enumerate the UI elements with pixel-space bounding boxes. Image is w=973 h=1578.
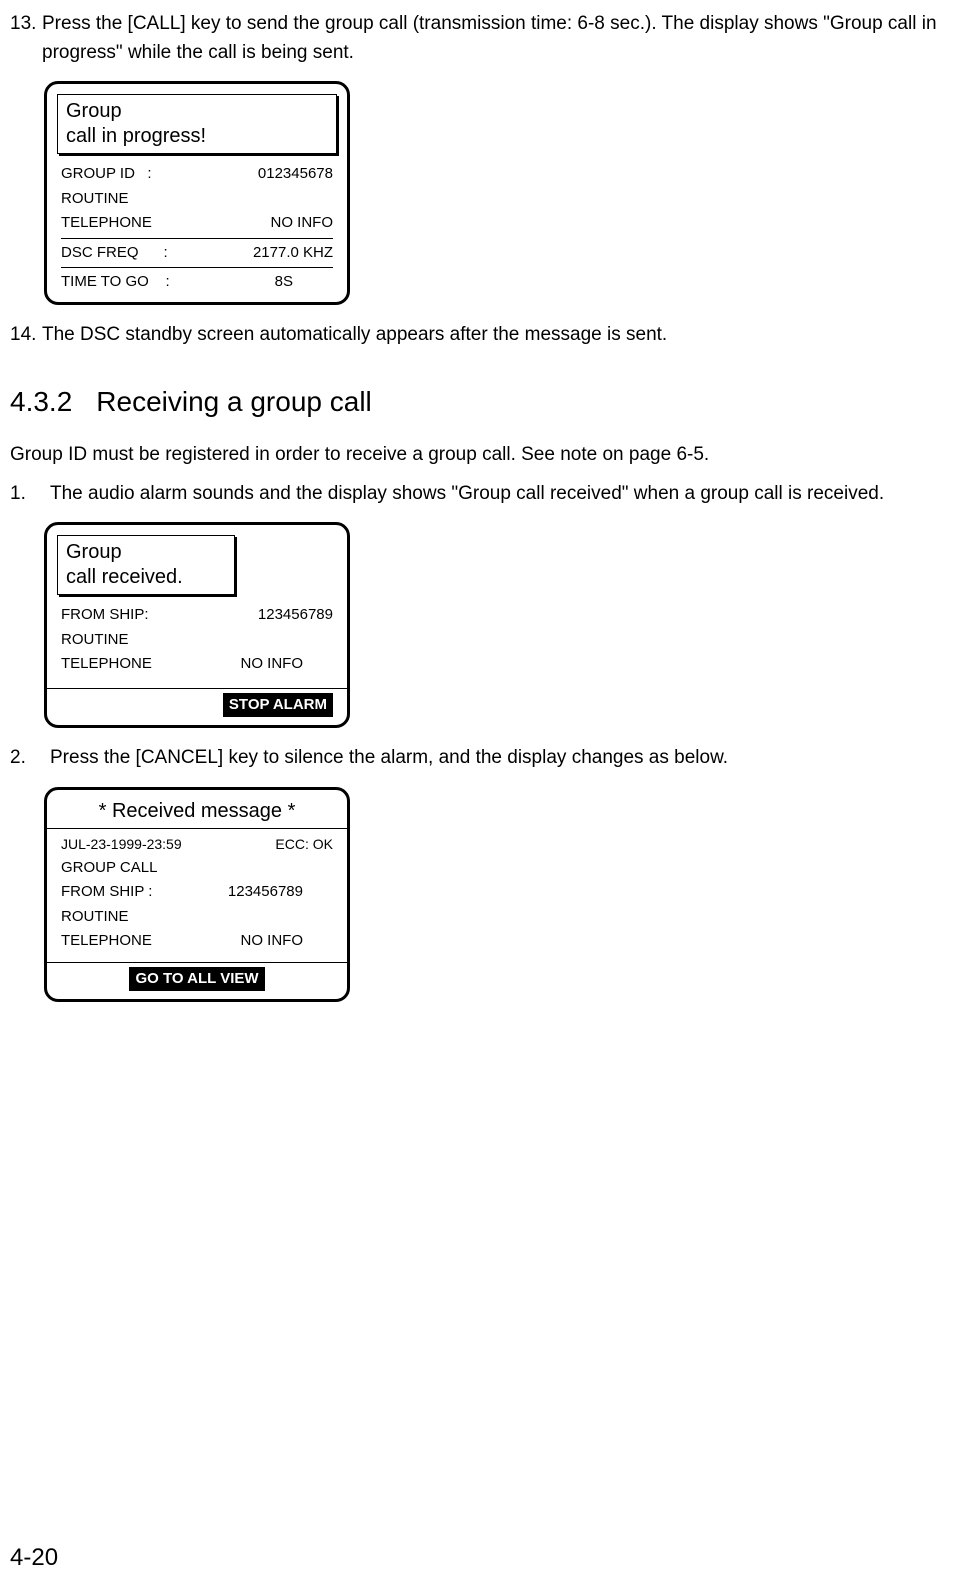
row-label: TELEPHONE (61, 930, 152, 953)
display-row: TELEPHONE NO INFO (61, 211, 333, 236)
display-row: TIME TO GO : 8S (61, 270, 333, 300)
row-value: NO INFO (241, 930, 334, 953)
step-text: Press the [CANCEL] key to silence the al… (42, 744, 953, 773)
row-label: ROUTINE (61, 629, 129, 652)
display-row: JUL-23-1999-23:59 ECC: OK (61, 833, 333, 856)
row-label: TIME TO GO : (61, 271, 170, 294)
row-label: TELEPHONE (61, 653, 152, 676)
row-label: JUL-23-1999-23:59 (61, 834, 182, 855)
display-header: * Received message * (47, 790, 347, 828)
section-title: Receiving a group call (96, 386, 372, 417)
step-14: 14. The DSC standby screen automatically… (10, 321, 953, 350)
step-13: 13. Press the [CALL] key to send the gro… (10, 10, 953, 67)
stop-alarm-label: STOP ALARM (223, 693, 333, 718)
row-value: 123456789 (258, 604, 333, 627)
divider (61, 238, 333, 239)
row-value: 123456789 (228, 881, 333, 904)
go-to-all-view-label: GO TO ALL VIEW (129, 967, 264, 992)
header-line: call in progress! (66, 124, 328, 149)
row-label: FROM SHIP: (61, 604, 149, 627)
section-heading: 4.3.2 Receiving a group call (10, 381, 953, 423)
divider (61, 267, 333, 268)
row-value: 2177.0 KHZ (253, 242, 333, 265)
display-row: FROM SHIP : 123456789 (61, 880, 333, 905)
row-label: ROUTINE (61, 906, 129, 929)
row-label: GROUP CALL (61, 857, 157, 880)
step-number: 14. (10, 321, 42, 350)
header-line: Group (66, 99, 328, 124)
display-row: ROUTINE (61, 905, 333, 930)
intro-paragraph: Group ID must be registered in order to … (10, 441, 953, 470)
row-label: FROM SHIP : (61, 881, 152, 904)
row-value: NO INFO (271, 212, 334, 235)
display-row: ROUTINE (61, 187, 333, 212)
display-body: FROM SHIP: 123456789 ROUTINE TELEPHONE N… (47, 601, 347, 684)
display-header: Group call in progress! (57, 94, 337, 154)
divider (47, 828, 347, 829)
display-row: DSC FREQ : 2177.0 KHZ (61, 241, 333, 266)
step-text: The audio alarm sounds and the display s… (42, 480, 953, 509)
row-value: ECC: OK (275, 834, 333, 855)
step-number: 1. (10, 480, 42, 509)
display-header: Group call received. (57, 535, 235, 595)
display-row: TELEPHONE NO INFO (61, 929, 333, 954)
display-body: GROUP ID : 012345678 ROUTINE TELEPHONE N… (47, 160, 347, 302)
page-number: 4-20 (10, 1540, 58, 1576)
display-body: JUL-23-1999-23:59 ECC: OK GROUP CALL FRO… (47, 831, 347, 956)
step-2: 2. Press the [CANCEL] key to silence the… (10, 744, 953, 773)
display-row: GROUP CALL (61, 856, 333, 881)
display-row: TELEPHONE NO INFO (61, 652, 333, 682)
display-group-call-in-progress: Group call in progress! GROUP ID : 01234… (44, 81, 350, 305)
display-group-call-received: Group call received. FROM SHIP: 12345678… (44, 522, 350, 728)
row-label: ROUTINE (61, 188, 129, 211)
row-value: 012345678 (258, 163, 333, 186)
display-footer: GO TO ALL VIEW (47, 962, 347, 1000)
display-row: FROM SHIP: 123456789 (61, 603, 333, 628)
display-row: ROUTINE (61, 628, 333, 653)
step-text: The DSC standby screen automatically app… (42, 321, 953, 350)
header-line: Group (66, 540, 226, 565)
row-label: TELEPHONE (61, 212, 152, 235)
step-number: 13. (10, 10, 42, 67)
row-value: NO INFO (241, 653, 334, 676)
row-label: DSC FREQ : (61, 242, 168, 265)
display-row: GROUP ID : 012345678 (61, 162, 333, 187)
display-footer: STOP ALARM (47, 688, 347, 726)
step-number: 2. (10, 744, 42, 773)
section-number: 4.3.2 (10, 386, 72, 417)
display-received-message: * Received message * JUL-23-1999-23:59 E… (44, 787, 350, 1003)
row-label: GROUP ID : (61, 163, 152, 186)
header-line: call received. (66, 565, 226, 590)
row-value: 8S (275, 271, 333, 294)
step-text: Press the [CALL] key to send the group c… (42, 10, 953, 67)
step-1: 1. The audio alarm sounds and the displa… (10, 480, 953, 509)
